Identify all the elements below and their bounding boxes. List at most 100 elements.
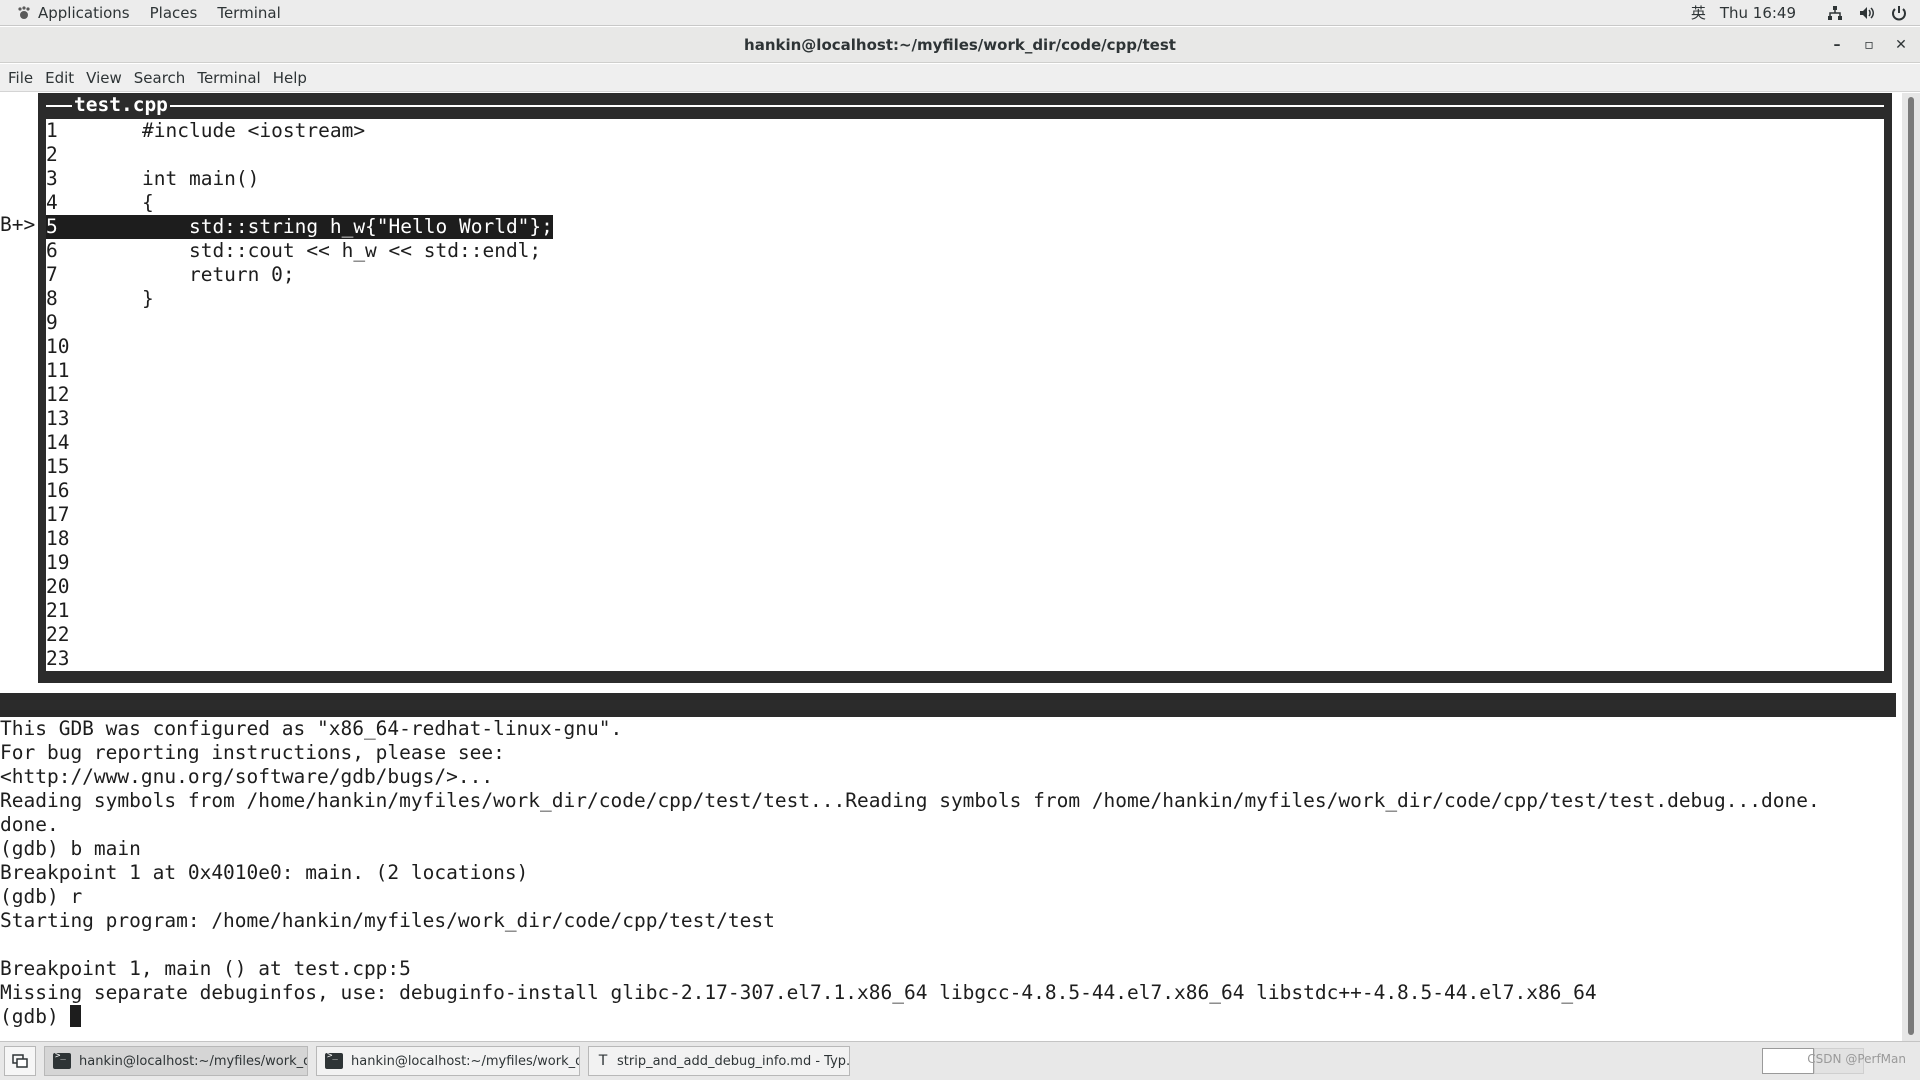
line-number: 14 (46, 431, 70, 454)
line-number: 2 (46, 143, 58, 166)
menu-search[interactable]: Search (128, 64, 192, 92)
console-line: Breakpoint 1 at 0x4010e0: main. (2 locat… (0, 861, 529, 884)
gnome-foot-icon (18, 5, 30, 19)
menu-help[interactable]: Help (267, 64, 313, 92)
tui-status-bar: child process 18420 In: main Line: 5 PC:… (0, 693, 1896, 788)
source-line: 5 std::string h_w{"Hello World"}; (46, 215, 553, 239)
taskbar-item-terminal-1[interactable]: hankin@localhost:~/myfiles/work_di... (44, 1046, 308, 1076)
code-text: } (142, 287, 154, 310)
top-panel: Applications Places Terminal 英 Thu 16:49 (0, 0, 1920, 26)
terminal-app-menu[interactable]: Terminal (207, 0, 290, 26)
console-line: (gdb) r (0, 885, 83, 908)
menu-file[interactable]: File (2, 64, 39, 92)
line-number: 5 (46, 215, 58, 238)
scrollbar-thumb[interactable] (1908, 97, 1914, 1035)
console-line: This GDB was configured as "x86_64-redha… (0, 717, 623, 740)
source-line: 1 #include <iostream> (46, 119, 365, 143)
line-number: 7 (46, 263, 58, 286)
terminal-menubar: File Edit View Search Terminal Help (0, 64, 1920, 92)
source-line: 9 (46, 311, 142, 335)
taskbar-item-label: hankin@localhost:~/myfiles/work_di... (79, 1053, 308, 1069)
terminal-icon (53, 1051, 71, 1069)
terminal-view[interactable]: B+> test.cpp 1 #include <iostream> 2 3 int m… (0, 93, 1902, 1041)
source-line: 8} (46, 287, 154, 311)
source-line: 22 (46, 623, 142, 647)
taskbar-item-terminal-2[interactable]: hankin@localhost:~/myfiles/work_di... (316, 1046, 580, 1076)
console-line: Reading symbols from /home/hankin/myfile… (0, 789, 1820, 812)
console-line: done. (0, 813, 59, 836)
show-desktop-button[interactable] (4, 1046, 36, 1076)
typora-icon: T (598, 1053, 608, 1069)
text-cursor (70, 1005, 82, 1027)
source-line: 12 (46, 383, 142, 407)
line-number: 21 (46, 599, 70, 622)
menu-terminal[interactable]: Terminal (191, 64, 266, 92)
console-line: Starting program: /home/hankin/myfiles/w… (0, 909, 775, 932)
workspace-1[interactable] (1762, 1048, 1814, 1074)
line-number: 13 (46, 407, 70, 430)
line-number: 8 (46, 287, 58, 310)
menu-view[interactable]: View (80, 64, 128, 92)
window-title: hankin@localhost:~/myfiles/work_dir/code… (744, 35, 1176, 54)
code-text: #include <iostream> (142, 119, 366, 142)
source-line: 13 (46, 407, 142, 431)
source-line: 6 std::cout << h_w << std::endl; (46, 239, 541, 263)
applications-label: Applications (38, 3, 130, 22)
line-number: 4 (46, 191, 58, 214)
source-line: 10 (46, 335, 142, 359)
source-line: 2 (46, 143, 142, 167)
console-line: (gdb) b main (0, 837, 141, 860)
status-line: Line: 5 (1608, 741, 1691, 764)
gdb-prompt: (gdb) (0, 1005, 71, 1028)
maximize-button[interactable]: ▫ (1856, 32, 1882, 58)
minimize-button[interactable]: – (1824, 32, 1850, 58)
places-menu[interactable]: Places (140, 0, 208, 26)
source-line: 11 (46, 359, 142, 383)
line-number: 23 (46, 647, 70, 670)
input-method-indicator[interactable]: 英 (1691, 2, 1706, 23)
code-text: return 0; (142, 263, 295, 286)
source-code-area: 1 #include <iostream> 2 3 int main() 4{5 std:… (44, 117, 1886, 673)
taskbar-item-label: strip_and_add_debug_info.md - Typ... (617, 1053, 850, 1069)
source-line: 4{ (46, 191, 154, 215)
line-number: 10 (46, 335, 70, 358)
code-text: std::string h_w{"Hello World"}; (142, 215, 553, 238)
breakpoint-marker: B+> (0, 213, 36, 236)
console-line: For bug reporting instructions, please s… (0, 741, 505, 764)
status-pc: PC: 0x401110 (1740, 765, 1881, 788)
source-line: 16 (46, 479, 142, 503)
source-window: test.cpp 1 #include <iostream> 2 3 int main(… (38, 93, 1892, 683)
line-number: 12 (46, 383, 70, 406)
terminal-icon (325, 1051, 343, 1069)
source-line: 14 (46, 431, 142, 455)
code-text: int main() (142, 167, 260, 190)
source-line: 23 (46, 647, 142, 671)
line-number: 20 (46, 575, 70, 598)
taskbar-item-typora[interactable]: T strip_and_add_debug_info.md - Typ... (588, 1046, 850, 1076)
source-line: 15 (46, 455, 142, 479)
menu-edit[interactable]: Edit (39, 64, 80, 92)
console-line: Breakpoint 1, main () at test.cpp:5 (0, 957, 411, 980)
volume-icon[interactable] (1858, 4, 1876, 22)
window-list-taskbar: hankin@localhost:~/myfiles/work_di... ha… (0, 1041, 1920, 1080)
source-line: 18 (46, 527, 142, 551)
line-number: 9 (46, 311, 58, 334)
source-line: 19 (46, 551, 142, 575)
applications-menu[interactable]: Applications (6, 0, 140, 26)
line-number: 3 (46, 167, 58, 190)
source-line: 17 (46, 503, 142, 527)
network-icon[interactable] (1826, 4, 1844, 22)
line-number: 22 (46, 623, 70, 646)
gdb-prompt-line[interactable]: (gdb) (0, 1005, 82, 1029)
source-line: 3 int main() (46, 167, 259, 191)
line-number: 16 (46, 479, 70, 502)
window-titlebar[interactable]: hankin@localhost:~/myfiles/work_dir/code… (0, 27, 1920, 63)
source-line: 20 (46, 575, 142, 599)
power-icon[interactable] (1890, 4, 1908, 22)
clock[interactable]: Thu 16:49 (1720, 4, 1796, 22)
terminal-scrollbar[interactable] (1902, 93, 1920, 1041)
source-line: 21 (46, 599, 142, 623)
line-number: 15 (46, 455, 70, 478)
close-button[interactable]: ✕ (1888, 32, 1914, 58)
line-number: 18 (46, 527, 70, 550)
